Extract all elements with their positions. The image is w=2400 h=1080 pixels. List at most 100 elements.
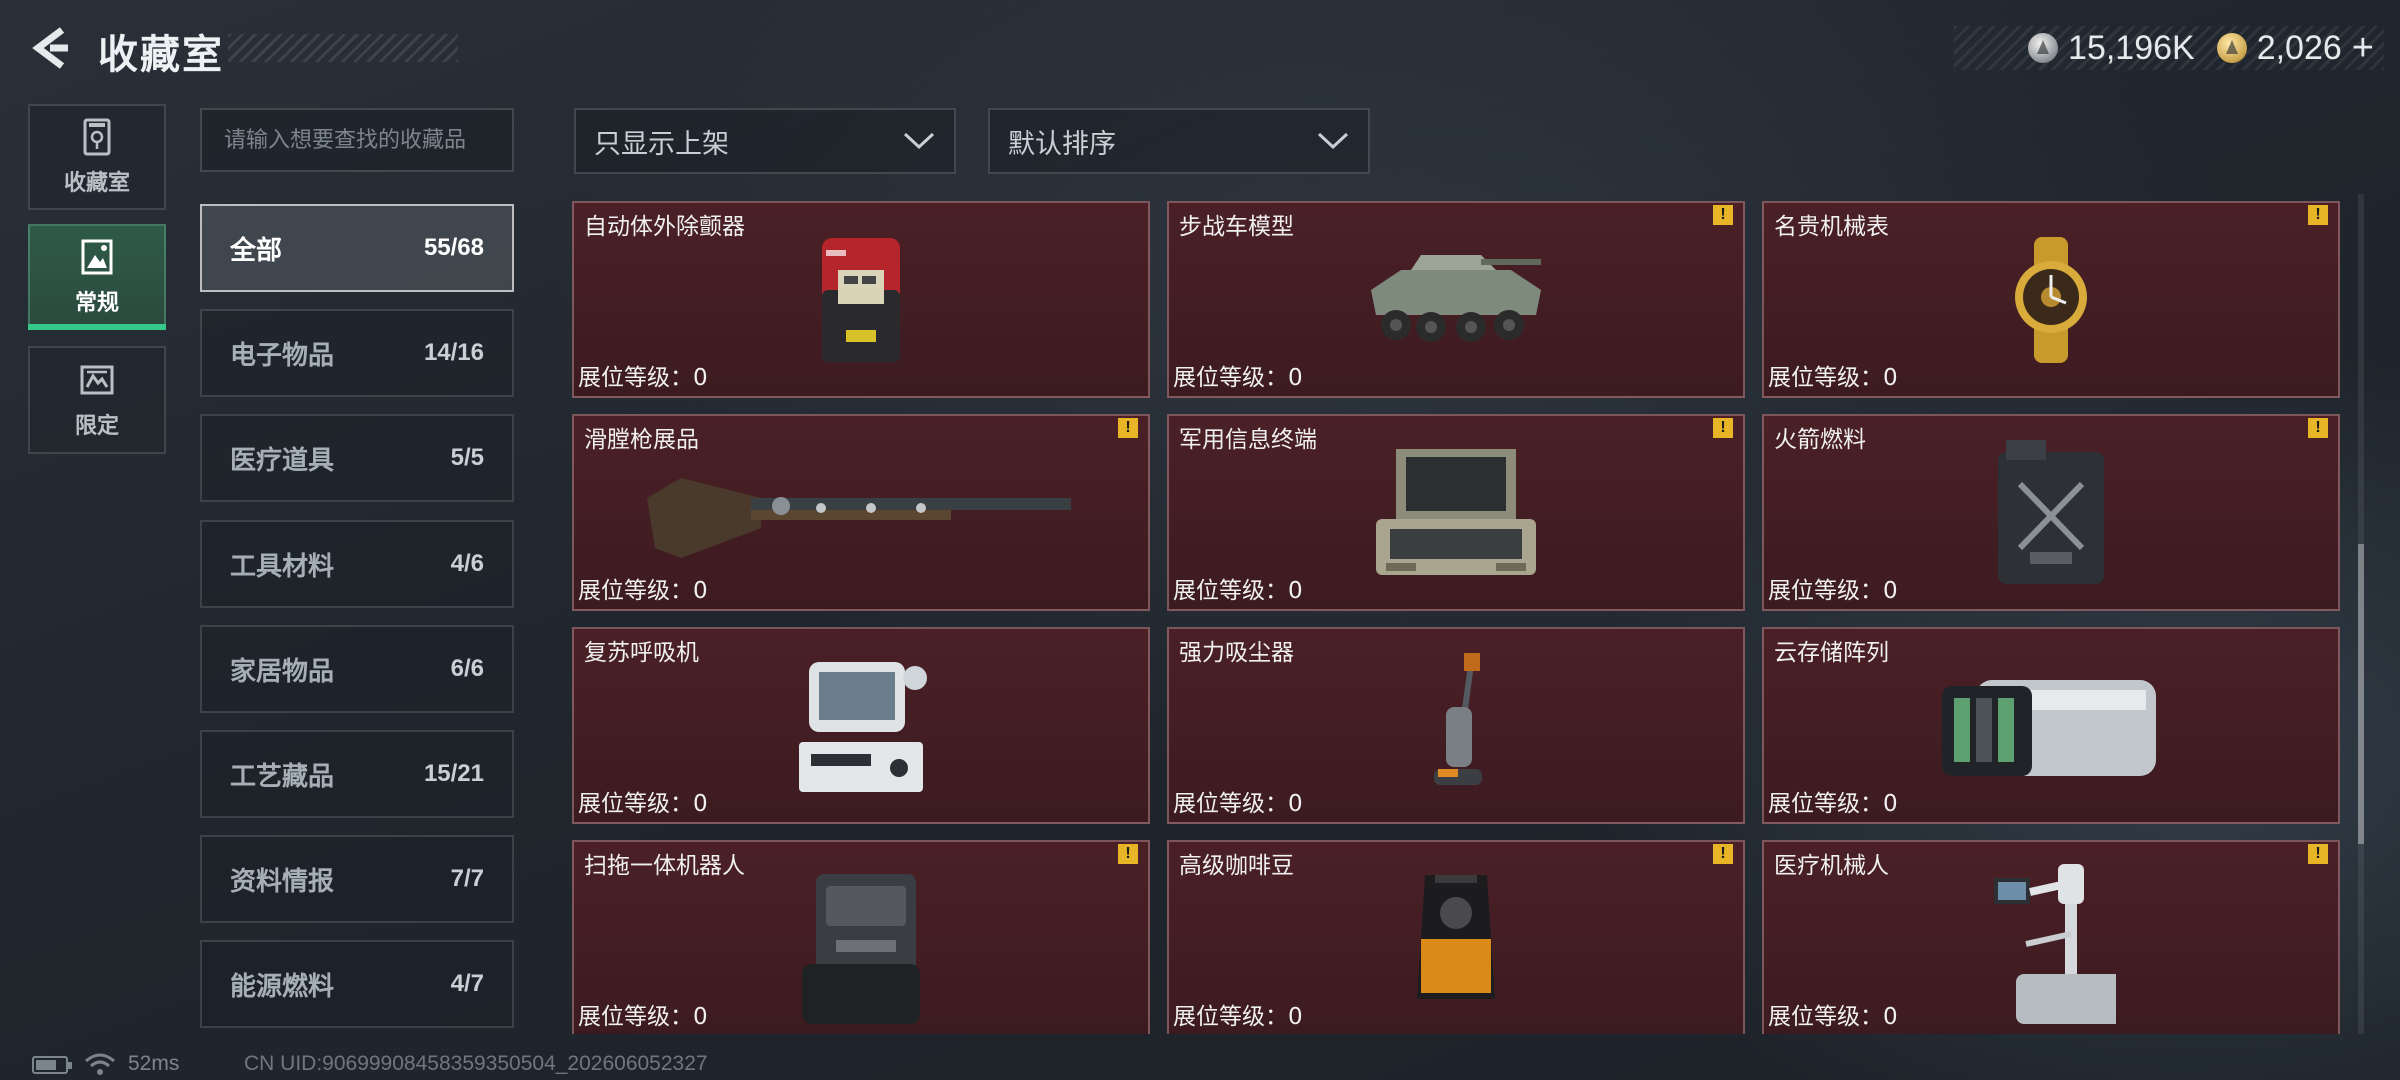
search-box[interactable]	[200, 108, 514, 172]
category-electronics[interactable]: 电子物品 14/16	[200, 309, 514, 397]
exhibit-level-value: 0	[1883, 365, 1898, 391]
grid-scroll-thumb[interactable]	[2358, 544, 2364, 844]
category-label: 家居物品	[230, 656, 335, 687]
category-label: 资料情报	[230, 866, 335, 897]
warning-icon: !	[2308, 418, 2328, 438]
category-intel[interactable]: 资料情报 7/7	[200, 835, 514, 923]
category-count: 4/7	[450, 970, 484, 997]
collection-item-card[interactable]: 复苏呼吸机 展位等级：0	[572, 627, 1150, 824]
item-name: 步战车模型	[1179, 214, 1294, 240]
silver-coin-icon	[2028, 33, 2059, 63]
category-tools[interactable]: 工具材料 4/6	[200, 520, 514, 608]
warning-icon: !	[1713, 418, 1733, 438]
collection-item-card[interactable]: 步战车模型! 展位等级：0	[1167, 201, 1745, 398]
exhibit-level-label: 展位等级：	[1173, 578, 1288, 604]
exhibit-level-label: 展位等级：	[1173, 365, 1288, 391]
warning-icon: !	[1118, 418, 1138, 438]
exhibit-level-value: 0	[1288, 1004, 1303, 1030]
exhibit-level-label: 展位等级：	[578, 578, 693, 604]
side-tab-label: 收藏室	[63, 171, 130, 196]
item-exhibit-level: 展位等级：0	[1173, 571, 1303, 605]
category-fuel[interactable]: 能源燃料 4/7	[200, 940, 514, 1028]
add-currency-button[interactable]: +	[2352, 27, 2374, 70]
exhibit-level-value: 0	[1288, 791, 1303, 817]
category-count: 6/6	[450, 655, 484, 682]
item-name: 医疗机械人	[1774, 853, 1889, 879]
category-medical[interactable]: 医疗道具 5/5	[200, 414, 514, 502]
currency-gold[interactable]: 2,026 +	[2216, 27, 2374, 70]
exhibit-level-value: 0	[693, 365, 708, 391]
gold-coin-icon	[2216, 33, 2247, 63]
currency-silver-value: 15,196K	[2068, 28, 2195, 67]
header-bar: 收藏室 15,196K 2,026 +	[0, 0, 2400, 96]
currency-silver: 15,196K	[2028, 29, 2195, 68]
item-exhibit-level: 展位等级：0	[1768, 571, 1898, 605]
collection-item-card[interactable]: 云存储阵列 展位等级：0	[1762, 627, 2340, 824]
collection-item-card[interactable]: 自动体外除颤器 展位等级：0	[572, 201, 1150, 398]
trophy-cabinet-icon	[83, 118, 111, 156]
currency-gold-value: 2,026	[2256, 28, 2342, 67]
item-exhibit-level: 展位等级：0	[1173, 997, 1303, 1031]
page-title: 收藏室	[98, 32, 224, 78]
item-exhibit-level: 展位等级：0	[578, 784, 708, 818]
category-all[interactable]: 全部 55/68	[200, 204, 514, 292]
warning-icon: !	[2308, 844, 2328, 864]
exhibit-level-label: 展位等级：	[1768, 365, 1883, 391]
display-filter-dropdown[interactable]: 只显示上架	[574, 108, 956, 174]
category-household[interactable]: 家居物品 6/6	[200, 625, 514, 713]
category-count: 15/21	[423, 760, 484, 787]
wifi-icon	[85, 1053, 115, 1075]
image-frame-icon	[81, 239, 113, 275]
chevron-down-icon	[903, 132, 935, 150]
exhibit-level-label: 展位等级：	[1173, 791, 1288, 817]
collection-grid[interactable]: 展位等级：0展位等级：0展位等级：0自动体外除颤器展位等级：0步战车模型!展位等…	[572, 194, 2348, 1034]
item-exhibit-level: 展位等级：0	[1173, 784, 1303, 818]
exhibit-level-value: 0	[1883, 791, 1898, 817]
side-tab-collection-room[interactable]: 收藏室	[28, 104, 166, 210]
item-exhibit-level: 展位等级：0	[1768, 997, 1898, 1031]
collection-item-card[interactable]: 名贵机械表! 展位等级：0	[1762, 201, 2340, 398]
search-input[interactable]	[224, 127, 490, 153]
collection-item-card[interactable]: 强力吸尘器展位等级：0	[1167, 627, 1745, 824]
side-tab-limited[interactable]: 限定	[28, 346, 166, 454]
status-bar: 52ms CN UID:9069990845835935050​4_202606…	[0, 1048, 2400, 1080]
exhibit-level-value: 0	[693, 791, 708, 817]
back-arrow-icon[interactable]	[28, 24, 72, 72]
collection-item-card[interactable]: 火箭燃料! 展位等级：0	[1762, 414, 2340, 611]
item-name: 扫拖一体机器人	[584, 853, 745, 879]
item-exhibit-level: 展位等级：0	[1768, 784, 1898, 818]
item-name: 名贵机械表	[1774, 214, 1889, 240]
item-name: 高级咖啡豆	[1179, 853, 1294, 879]
item-name: 滑膛枪展品	[584, 427, 699, 453]
collection-item-card[interactable]: 军用信息终端! 展位等级：0	[1167, 414, 1745, 611]
item-name: 火箭燃料	[1774, 427, 1866, 453]
side-tab-regular[interactable]: 常规	[28, 224, 166, 330]
exhibit-level-value: 0	[1883, 578, 1898, 604]
collection-item-card[interactable]: 扫拖一体机器人! 展位等级：0	[572, 840, 1150, 1034]
warning-icon: !	[1713, 844, 1733, 864]
item-name: 强力吸尘器	[1179, 640, 1294, 666]
category-label: 医疗道具	[230, 445, 335, 476]
exhibit-level-label: 展位等级：	[578, 365, 693, 391]
warning-icon: !	[1118, 844, 1138, 864]
warning-icon: !	[2308, 205, 2328, 225]
collection-item-card[interactable]: 医疗机械人! 展位等级：0	[1762, 840, 2340, 1034]
item-exhibit-level: 展位等级：0	[578, 997, 708, 1031]
item-exhibit-level: 展位等级：0	[1768, 358, 1898, 392]
sort-dropdown[interactable]: 默认排序	[988, 108, 1370, 174]
collection-item-card[interactable]: 滑膛枪展品! 展位等级：0	[572, 414, 1150, 611]
title-decoration	[228, 34, 458, 62]
grid-scrollbar[interactable]	[2358, 194, 2364, 1034]
collection-item-card[interactable]: 高级咖啡豆! 展位等级：0	[1167, 840, 1745, 1034]
side-tab-label: 限定	[74, 414, 119, 439]
item-exhibit-level: 展位等级：0	[1173, 358, 1303, 392]
category-crafts[interactable]: 工艺藏品 15/21	[200, 730, 514, 818]
exhibit-level-label: 展位等级：	[1768, 791, 1883, 817]
category-label: 工艺藏品	[230, 761, 335, 792]
category-label: 能源燃料	[230, 971, 335, 1002]
item-exhibit-level: 展位等级：0	[578, 358, 708, 392]
sort-value: 默认排序	[1008, 128, 1116, 160]
exhibit-level-label: 展位等级：	[1173, 1004, 1288, 1030]
category-label: 全部	[230, 235, 283, 266]
ping-value: 52ms	[128, 1052, 180, 1075]
